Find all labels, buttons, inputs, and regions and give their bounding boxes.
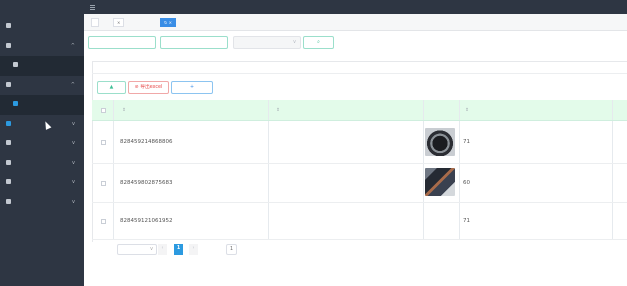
repair-number-input[interactable] xyxy=(88,36,156,49)
chevron-down-icon: v xyxy=(72,120,75,127)
top-bar xyxy=(84,0,627,14)
close-icon[interactable]: × xyxy=(169,20,172,25)
chevron-up-icon: ^ xyxy=(70,42,75,49)
goto-page-input[interactable]: 1 xyxy=(226,244,237,255)
sort-icon: ⇕ xyxy=(465,107,469,113)
sidebar-item-feedback[interactable]: v xyxy=(0,193,84,213)
chevron-down-icon: v xyxy=(150,247,153,252)
menu-icon xyxy=(6,140,11,145)
menu-icon xyxy=(6,120,11,126)
query-button[interactable]: ⌕ xyxy=(303,36,334,49)
cell-price: 71 xyxy=(463,139,470,145)
divider xyxy=(92,73,627,74)
pagination: v ‹ 1 › 1 xyxy=(0,244,627,258)
thumbnail-image[interactable] xyxy=(425,128,455,156)
sidebar-item-home[interactable] xyxy=(0,17,84,37)
chevron-down-icon: v xyxy=(72,159,75,166)
header-repair-number[interactable]: ⇕ xyxy=(120,100,126,120)
chevron-right-icon: › xyxy=(192,246,195,251)
add-button[interactable]: + xyxy=(171,81,213,94)
sidebar-item-repair-query[interactable] xyxy=(0,95,84,115)
plus-icon: + xyxy=(189,85,195,90)
cell-repair-number: 828459121061952 xyxy=(120,218,173,224)
menu-icon xyxy=(6,42,11,48)
thumbnail-image[interactable] xyxy=(425,168,455,196)
sidebar-item-maintenance[interactable]: v xyxy=(0,134,84,154)
header-price[interactable]: ⇕ xyxy=(463,100,469,120)
sidebar-item-repair-items[interactable]: ^ xyxy=(0,76,84,96)
row-checkbox[interactable] xyxy=(101,164,106,202)
header-repair-name[interactable]: ⇕ xyxy=(274,100,280,120)
sidebar-item-personal[interactable]: ^ xyxy=(0,37,84,57)
cell-price: 60 xyxy=(463,180,470,186)
menu-icon xyxy=(6,198,11,204)
chevron-down-icon: v xyxy=(72,179,75,185)
hamburger-icon[interactable] xyxy=(90,5,95,6)
chevron-left-icon: ‹ xyxy=(161,246,164,251)
menu-icon xyxy=(13,101,18,106)
table-row[interactable]: 828459802875683 60 xyxy=(92,164,627,203)
menu-icon xyxy=(6,179,11,184)
sort-icon: ⇕ xyxy=(276,107,280,113)
menu-icon xyxy=(6,81,11,87)
print-button[interactable]: ▲ xyxy=(97,81,126,94)
next-page-button[interactable]: › xyxy=(189,244,198,255)
row-checkbox[interactable] xyxy=(101,121,106,163)
print-icon: ▲ xyxy=(109,85,114,90)
table-row[interactable]: 828459121061952 71 xyxy=(92,203,627,240)
menu-icon xyxy=(13,62,18,67)
chevron-down-icon: v xyxy=(293,40,296,45)
page-size-select[interactable]: v xyxy=(117,244,157,255)
chevron-down-icon: v xyxy=(72,198,75,205)
cell-repair-number: 828459214868806 xyxy=(120,139,173,145)
tab-home[interactable] xyxy=(91,18,99,27)
select-all-checkbox[interactable] xyxy=(101,100,106,120)
tab-bar: × ↻ × xyxy=(84,14,627,31)
app-title xyxy=(0,0,84,14)
table-row[interactable]: 828459214868806 71 xyxy=(92,121,627,164)
cell-price: 71 xyxy=(463,218,470,224)
export-excel-button[interactable]: ⊘ 导出excel xyxy=(128,81,169,94)
row-checkbox[interactable] xyxy=(101,203,106,239)
page-number-current[interactable]: 1 xyxy=(174,244,183,255)
sidebar-item-edit-profile[interactable] xyxy=(0,56,84,76)
sidebar-item-maintenance-booking[interactable]: v xyxy=(0,154,84,174)
menu-icon xyxy=(6,159,11,165)
prev-page-button[interactable]: ‹ xyxy=(158,244,167,255)
tab-profile[interactable]: × xyxy=(113,18,125,27)
close-icon[interactable]: × xyxy=(117,20,120,25)
repair-name-input[interactable] xyxy=(160,36,228,49)
sort-icon: ⇕ xyxy=(122,107,126,113)
category-select[interactable]: v xyxy=(233,36,301,49)
chevron-down-icon: v xyxy=(72,140,75,146)
home-icon xyxy=(6,23,11,28)
sidebar-item-repair-progress[interactable]: v xyxy=(0,173,84,193)
cell-repair-number: 828459802875683 xyxy=(120,180,173,186)
refresh-icon[interactable]: ↻ xyxy=(164,20,167,25)
sidebar-item-repair-booking[interactable]: v xyxy=(0,115,84,135)
chevron-up-icon: ^ xyxy=(70,81,75,88)
tab-repair-query[interactable]: ↻ × xyxy=(160,18,176,27)
search-icon: ⌕ xyxy=(317,40,320,45)
table-header-row: ⇕ ⇕ ⇕ xyxy=(92,100,627,121)
